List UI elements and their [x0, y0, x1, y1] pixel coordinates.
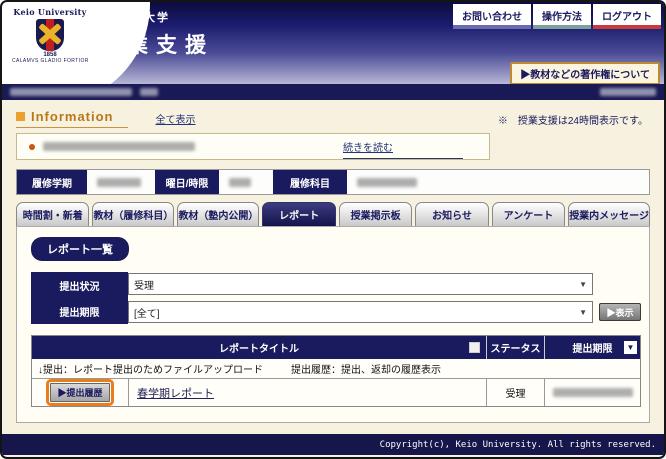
tab-materials-public[interactable]: 教材（塾内公開）	[177, 202, 259, 226]
report-filter: 提出状況 提出期限 受理 [全て] ▶表示	[31, 272, 641, 324]
legend-submit: ↓提出：レポート提出のためファイルアップロード	[38, 361, 263, 376]
header-nav: お問い合わせ 操作方法 ログアウト	[453, 4, 661, 29]
redacted-term-value	[97, 178, 141, 187]
col-title-header: レポートタイトル	[219, 340, 299, 355]
status-filter-select[interactable]: 受理	[128, 273, 593, 295]
report-title-link[interactable]: 春学期レポート	[137, 385, 214, 401]
contact-button[interactable]: お問い合わせ	[453, 4, 531, 29]
user-info-bar	[2, 84, 664, 100]
bullet-icon	[29, 144, 35, 150]
day-period-label: 曜日/時限	[155, 170, 219, 194]
tab-class-message[interactable]: 授業内メッセージ	[568, 202, 650, 226]
redacted-notice-text	[43, 142, 195, 151]
howto-button[interactable]: 操作方法	[533, 4, 591, 29]
legend-history: 提出履歴：提出、返却の履歴表示	[291, 361, 441, 376]
main-content: Information 全て表示 ※ 授業支援は24時間表示です。 続きを読む …	[2, 107, 664, 423]
tab-class-board[interactable]: 授業掲示板	[339, 202, 412, 226]
show-all-link[interactable]: 全て表示	[156, 111, 196, 126]
sort-descending-icon[interactable]: ▼	[624, 341, 637, 354]
redacted-subject-value	[357, 178, 417, 187]
redacted-date	[600, 88, 656, 96]
table-row: ▶提出履歴 春学期レポート 受理	[32, 379, 640, 406]
information-section-header: Information 全て表示 ※ 授業支援は24時間表示です。	[16, 107, 650, 129]
course-info-bar: 履修学期 曜日/時限 履修科目	[16, 169, 650, 195]
row-status: 受理	[486, 379, 544, 406]
browser-page: Keio University 1858 CALAMVS GLADIO FORT…	[0, 0, 666, 459]
tab-survey[interactable]: アンケート	[492, 202, 565, 226]
show-button[interactable]: ▶表示	[599, 303, 641, 321]
logo-university-name: Keio University	[12, 7, 88, 17]
copyright-text: Copyright(c), Keio University. All right…	[380, 440, 656, 450]
hours-note: ※ 授業支援は24時間表示です。	[498, 112, 648, 127]
term-label: 履修学期	[17, 170, 87, 194]
tab-materials-courses[interactable]: 教材（履修科目）	[92, 202, 174, 226]
deadline-filter-select[interactable]: [全て]	[128, 301, 593, 323]
keio-logo: Keio University 1858 CALAMVS GLADIO FORT…	[12, 7, 88, 64]
redacted-user-detail	[140, 88, 158, 96]
university-name: 慶應義塾大学	[92, 9, 170, 25]
col-deadline-header: 提出期限	[573, 340, 613, 355]
col-status-header: ステータス	[486, 336, 544, 359]
highlight-annotation: ▶提出履歴	[46, 379, 113, 406]
logo-motto: CALAMVS GLADIO FORTIOR	[12, 58, 88, 64]
page-footer: Copyright(c), Keio University. All right…	[2, 434, 664, 455]
app-title: 授業支援	[98, 29, 214, 59]
select-all-checkbox[interactable]	[469, 342, 480, 353]
report-list-title: レポート一覧	[31, 237, 129, 261]
read-more-link[interactable]: 続きを読む	[343, 143, 393, 154]
tab-bar: 時間割・新着 教材（履修科目） 教材（塾内公開） レポート 授業掲示板 お知らせ…	[16, 202, 650, 226]
material-copyright-button[interactable]: ▶教材などの著作権について	[510, 62, 660, 84]
report-table: レポートタイトル ステータス 提出期限 ▼ ↓提出：レポート提出のためファイルア…	[31, 335, 641, 407]
tab-news[interactable]: お知らせ	[415, 202, 488, 226]
tab-report[interactable]: レポート	[262, 202, 335, 226]
report-tab-panel: レポート一覧 提出状況 提出期限 受理 [全て]	[16, 226, 650, 423]
redacted-user-name	[10, 88, 132, 96]
status-filter-label: 提出状況	[31, 272, 128, 298]
information-title: Information	[31, 109, 114, 124]
redacted-day-period-value	[229, 178, 251, 187]
tab-timetable[interactable]: 時間割・新着	[16, 202, 89, 226]
redacted-deadline-value	[553, 388, 633, 397]
table-legend: ↓提出：レポート提出のためファイルアップロード 提出履歴：提出、返却の履歴表示	[32, 359, 640, 379]
submission-history-button[interactable]: ▶提出履歴	[50, 383, 109, 402]
information-box: 続きを読む	[16, 133, 490, 160]
app-header: Keio University 1858 CALAMVS GLADIO FORT…	[2, 2, 664, 84]
keio-shield-icon	[36, 19, 64, 51]
deadline-filter-label: 提出期限	[31, 298, 128, 324]
information-square-icon	[16, 112, 25, 121]
report-table-header: レポートタイトル ステータス 提出期限 ▼	[32, 336, 640, 359]
logout-button[interactable]: ログアウト	[593, 4, 661, 29]
subject-label: 履修科目	[273, 170, 347, 194]
